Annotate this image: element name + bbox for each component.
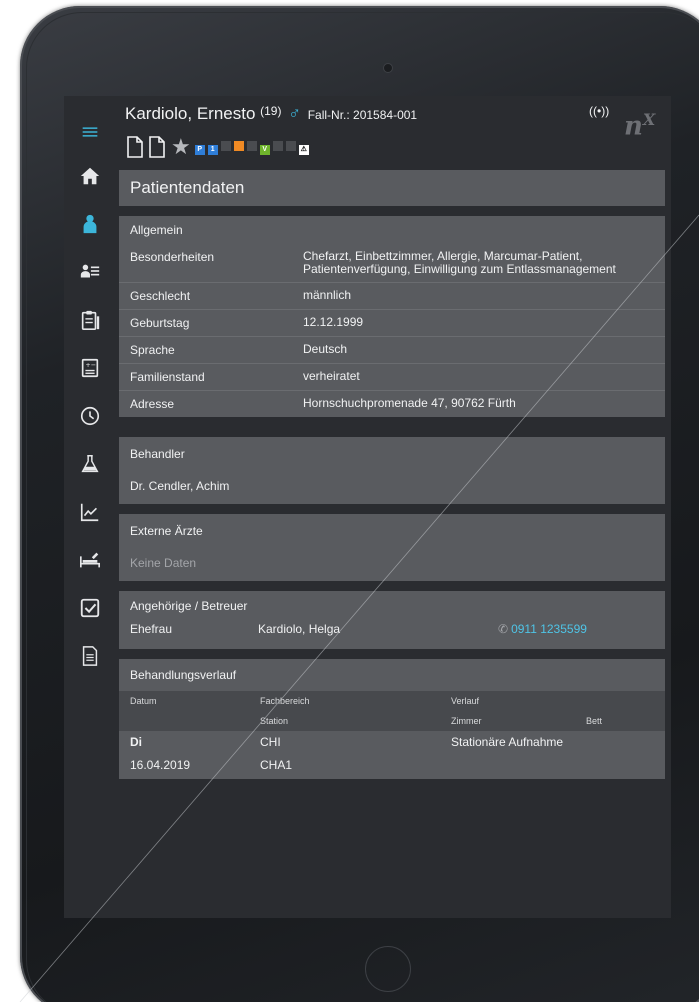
table-subrow: Di CHI Stationäre Aufnahme	[119, 731, 665, 754]
flag-badge: P	[194, 145, 205, 155]
patient-header: Kardiolo, Ernesto (19) ♂ Fall-Nr.: 20158…	[125, 104, 417, 124]
cell-zimmer	[440, 754, 575, 777]
flag-badge	[272, 141, 283, 151]
vitals-sheet-icon[interactable]: +−	[64, 344, 116, 392]
patient-age: (19)	[260, 104, 282, 118]
wireless-icon: ((•))	[589, 104, 610, 118]
document-icon[interactable]	[125, 136, 145, 158]
phone-icon: ✆	[498, 622, 509, 636]
row-label: Adresse	[130, 397, 175, 411]
clipboard-icon[interactable]	[64, 296, 116, 344]
table-header: Datum Fachbereich Verlauf Station Zimmer…	[119, 691, 665, 731]
flag-list: P 1 V ⚠	[194, 138, 312, 156]
empty-state: Keine Daten	[130, 556, 197, 570]
app-logo: nX	[624, 110, 655, 142]
bed-icon[interactable]	[64, 536, 116, 584]
clock-icon[interactable]	[64, 392, 116, 440]
col-verlauf: Verlauf	[451, 696, 480, 706]
row-besonderheiten: Besonderheiten Chefarzt, Einbettzimmer, …	[119, 244, 665, 282]
relative-phone[interactable]: 0911 1235599	[511, 622, 587, 636]
cell-fachbereich: CHI	[260, 735, 281, 749]
col-empty	[575, 691, 586, 711]
cell-date: 16.04.2019	[130, 758, 191, 772]
patient-flags: ★ P 1 V ⚠	[125, 136, 312, 158]
svg-text:+−: +−	[85, 361, 96, 369]
col-station: Station	[260, 716, 289, 726]
col-bett: Bett	[586, 716, 603, 726]
star-icon[interactable]: ★	[171, 136, 191, 158]
menu-icon[interactable]	[64, 112, 116, 152]
patient-icon[interactable]	[64, 200, 116, 248]
cell-empty	[575, 731, 586, 754]
relative-relation: Ehefrau	[130, 622, 173, 636]
flag-badge: 1	[207, 145, 218, 155]
table-row[interactable]: Di CHI Stationäre Aufnahme 16.04.2019 CH…	[119, 731, 665, 779]
row-value: Hornschuchpromenade 47, 90762 Fürth	[303, 396, 516, 410]
row-label: Familienstand	[130, 370, 205, 384]
row-adresse: Adresse Hornschuchpromenade 47, 90762 Fü…	[119, 390, 665, 417]
card-title-behandler: Behandler	[130, 447, 185, 461]
row-value: männlich	[303, 288, 352, 302]
card-angehoerige: Angehörige / Betreuer Ehefrau Kardiolo, …	[119, 591, 665, 649]
patient-name: Kardiolo, Ernesto	[125, 104, 256, 123]
lab-flask-icon[interactable]	[64, 440, 116, 488]
cell-day: Di	[130, 735, 142, 749]
row-value: verheiratet	[303, 369, 360, 383]
male-icon: ♂	[288, 104, 301, 123]
card-behandler: Behandler Dr. Cendler, Achim	[119, 437, 665, 504]
row-familienstand: Familienstand verheiratet	[119, 363, 665, 390]
patient-list-icon[interactable]	[64, 248, 116, 296]
row-label: Besonderheiten	[130, 250, 215, 264]
home-icon[interactable]	[64, 152, 116, 200]
cell-verlauf: Stationäre Aufnahme	[451, 735, 564, 749]
col-fachbereich: Fachbereich	[260, 696, 310, 706]
row-value: 12.12.1999	[303, 315, 364, 329]
case-number: Fall-Nr.: 201584-001	[307, 108, 418, 122]
logo-sup: X	[642, 110, 656, 129]
card-externe-aerzte: Externe Ärzte Keine Daten	[119, 514, 665, 581]
logo-text: n	[624, 111, 643, 142]
table-subrow: 16.04.2019 CHA1	[119, 754, 665, 777]
flag-badge: ⚠	[298, 145, 309, 155]
card-allgemein: Allgemein Besonderheiten Chefarzt, Einbe…	[119, 216, 665, 417]
home-hardware-button[interactable]	[365, 946, 411, 992]
flag-badge	[220, 141, 231, 151]
chart-trend-icon[interactable]	[64, 488, 116, 536]
card-title-behandlungsverlauf: Behandlungsverlauf	[130, 668, 237, 682]
row-sprache: Sprache Deutsch	[119, 336, 665, 363]
document-icon[interactable]	[147, 136, 167, 158]
row-label: Sprache	[130, 343, 175, 357]
row-label: Geburtstag	[130, 316, 190, 330]
row-geschlecht: Geschlecht männlich	[119, 282, 665, 309]
camera-lens	[383, 63, 393, 73]
cell-station: CHA1	[260, 758, 293, 772]
document-icon[interactable]	[64, 632, 116, 680]
col-zimmer: Zimmer	[451, 716, 482, 726]
checklist-icon[interactable]	[64, 584, 116, 632]
card-behandlungsverlauf: Behandlungsverlauf Datum Fachbereich Ver…	[119, 659, 665, 779]
row-geburtstag: Geburtstag 12.12.1999	[119, 309, 665, 336]
flag-badge	[246, 141, 257, 151]
col-empty	[119, 711, 249, 731]
flag-badge	[285, 141, 296, 151]
relative-row[interactable]: Ehefrau Kardiolo, Helga ✆ 0911 1235599	[119, 621, 665, 637]
col-datum: Datum	[130, 696, 157, 706]
flag-badge	[233, 141, 244, 151]
card-title-angehoerige: Angehörige / Betreuer	[130, 599, 248, 613]
row-label: Geschlecht	[130, 289, 191, 303]
behandler-name[interactable]: Dr. Cendler, Achim	[119, 471, 665, 503]
page-title: Patientendaten	[119, 170, 665, 206]
card-title-externe-aerzte: Externe Ärzte	[130, 524, 203, 538]
flag-badge: V	[259, 145, 270, 155]
sidebar-nav: +−	[64, 96, 116, 918]
relative-name: Kardiolo, Helga	[258, 622, 341, 636]
row-value: Chefarzt, Einbettzimmer, Allergie, Marcu…	[303, 249, 616, 276]
table-header-row: Datum Fachbereich Verlauf	[119, 691, 665, 711]
card-title-allgemein: Allgemein	[130, 223, 183, 237]
table-header-row: Station Zimmer Bett	[119, 711, 665, 731]
app-screen: +− Kardiolo, Ernesto (19) ♂ Fall-Nr.: 20…	[64, 96, 671, 918]
cell-bett	[575, 754, 586, 777]
row-value: Deutsch	[303, 342, 348, 356]
